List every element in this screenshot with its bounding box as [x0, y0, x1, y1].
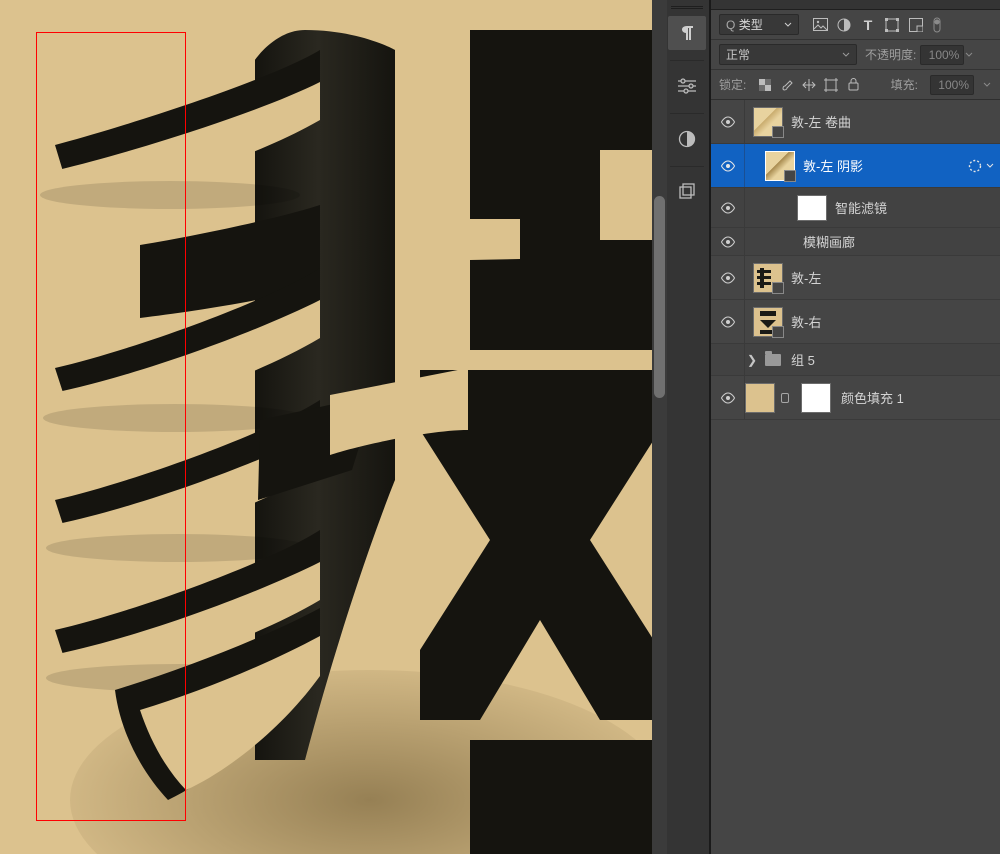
mask-thumbnail[interactable]: [801, 383, 831, 413]
layer-filter-row: Q 类型 T: [711, 10, 1000, 40]
filter-shape-icon[interactable]: [881, 15, 903, 35]
folder-icon: [765, 354, 781, 366]
smart-filters-header[interactable]: 智能滤镜: [711, 188, 1000, 228]
lock-pixels-icon[interactable]: [758, 78, 772, 92]
fill-label: 填充:: [891, 76, 918, 93]
chevron-down-icon: [784, 21, 792, 29]
adjustments-panel-icon[interactable]: [668, 69, 706, 103]
right-panels: Q 类型 T 正常 不透明度: 100%: [663, 0, 1000, 854]
layer-name[interactable]: 组 5: [791, 350, 1000, 369]
layer-row[interactable]: 敦-左: [711, 256, 1000, 300]
collapsed-panel-strip: [663, 0, 710, 854]
group-row[interactable]: ❯ 组 5: [711, 344, 1000, 376]
lock-brush-icon[interactable]: [780, 78, 794, 92]
libraries-panel-icon[interactable]: [668, 175, 706, 209]
filter-entry[interactable]: 模糊画廊: [711, 228, 1000, 256]
visibility-toggle[interactable]: [711, 228, 745, 255]
strip-separator: [670, 166, 704, 167]
visibility-toggle[interactable]: [711, 300, 745, 343]
strip-grip[interactable]: [671, 4, 703, 10]
layer-thumbnail[interactable]: [753, 107, 783, 137]
filter-image-icon[interactable]: [809, 15, 831, 35]
layer-thumbnail[interactable]: [765, 151, 795, 181]
layer-thumbnail[interactable]: [753, 263, 783, 293]
filter-indicator[interactable]: [968, 159, 994, 173]
layer-row[interactable]: 敦-左 卷曲: [711, 100, 1000, 144]
visibility-toggle[interactable]: [711, 144, 745, 187]
visibility-toggle[interactable]: [711, 188, 745, 227]
strip-separator: [670, 113, 704, 114]
fill-dropdown-icon[interactable]: [982, 81, 992, 89]
lock-fill-row: 锁定: 填充: 100%: [711, 70, 1000, 100]
contrast-panel-icon[interactable]: [668, 122, 706, 156]
filter-name[interactable]: 模糊画廊: [803, 232, 1000, 251]
canvas-area: [0, 0, 663, 854]
vertical-scrollbar-thumb[interactable]: [654, 196, 665, 398]
filter-ring-icon: [968, 159, 982, 173]
filter-mask-thumb[interactable]: [797, 195, 827, 221]
chevron-down-icon: [842, 51, 850, 59]
visibility-toggle[interactable]: [711, 256, 745, 299]
blend-mode-select[interactable]: 正常: [719, 44, 857, 65]
document-canvas[interactable]: [0, 0, 659, 854]
app-root: Q 类型 T 正常 不透明度: 100%: [0, 0, 1000, 854]
layer-name[interactable]: 颜色填充 1: [841, 388, 994, 407]
chevron-down-icon: [986, 162, 994, 170]
lock-position-icon[interactable]: [802, 78, 816, 92]
layer-row[interactable]: 颜色填充 1: [711, 376, 1000, 420]
filter-text-icon[interactable]: T: [857, 15, 879, 35]
layer-thumbnail[interactable]: [753, 307, 783, 337]
filter-icon-group: T: [809, 15, 945, 35]
layer-name[interactable]: 敦-左 阴影: [803, 156, 964, 175]
fill-input[interactable]: 100%: [930, 75, 974, 95]
visibility-toggle[interactable]: [711, 344, 745, 375]
opacity-dropdown-icon[interactable]: [964, 51, 974, 59]
canvas-artwork: [0, 0, 659, 854]
expand-chevron-icon[interactable]: ❯: [745, 353, 759, 367]
layers-list: 敦-左 卷曲 敦-左 阴影 智能滤镜: [711, 100, 1000, 854]
filter-toggle-icon[interactable]: [929, 15, 945, 35]
visibility-toggle[interactable]: [711, 100, 745, 143]
blend-opacity-row: 正常 不透明度: 100%: [711, 40, 1000, 70]
opacity-label: 不透明度:: [865, 46, 916, 63]
lock-all-icon[interactable]: [846, 78, 860, 92]
layer-row[interactable]: 敦-右: [711, 300, 1000, 344]
smart-filters-label: 智能滤镜: [835, 198, 1000, 217]
layers-panel: Q 类型 T 正常 不透明度: 100%: [710, 0, 1000, 854]
layer-row[interactable]: 敦-左 阴影: [711, 144, 1000, 188]
lock-artboard-icon[interactable]: [824, 78, 838, 92]
filter-adjust-icon[interactable]: [833, 15, 855, 35]
filter-smart-icon[interactable]: [905, 15, 927, 35]
vertical-scrollbar[interactable]: [652, 0, 667, 854]
fill-thumbnail[interactable]: [745, 383, 775, 413]
opacity-input[interactable]: 100%: [920, 45, 964, 65]
visibility-toggle[interactable]: [711, 376, 745, 419]
filter-type-select[interactable]: Q 类型: [719, 14, 799, 35]
layer-name[interactable]: 敦-左: [791, 268, 994, 287]
link-icon[interactable]: [781, 393, 789, 403]
strip-separator: [670, 60, 704, 61]
lock-label: 锁定:: [719, 76, 746, 93]
panel-tab-bar[interactable]: [711, 0, 1000, 10]
layer-name[interactable]: 敦-左 卷曲: [791, 112, 994, 131]
paragraph-panel-icon[interactable]: [668, 16, 706, 50]
layer-name[interactable]: 敦-右: [791, 312, 994, 331]
lock-icon-group: [758, 78, 860, 92]
